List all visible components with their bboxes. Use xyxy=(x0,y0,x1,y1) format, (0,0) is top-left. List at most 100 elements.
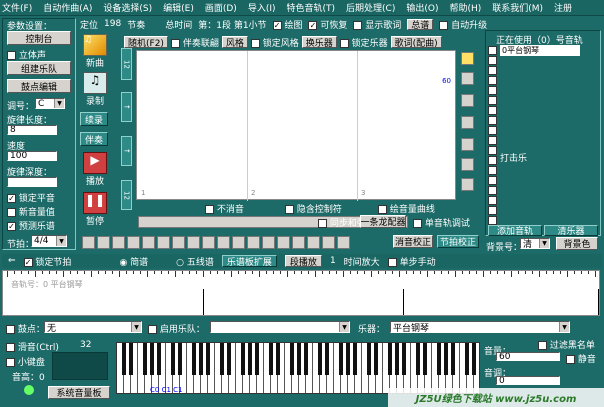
speed-slider[interactable]: 100 xyxy=(7,151,57,161)
volume-slider[interactable]: 60 xyxy=(496,352,560,361)
menu-view[interactable]: 画面(D) xyxy=(205,1,237,14)
box-icon[interactable] xyxy=(461,116,474,129)
volume-curve-checkbox[interactable] xyxy=(378,205,387,214)
simple-notation-radio[interactable]: 简谱 xyxy=(130,258,148,268)
system-volume-button[interactable]: 系统音量板 xyxy=(48,386,110,399)
scroll-mid-handle[interactable]: ↑ xyxy=(121,92,132,122)
lock-beat-checkbox[interactable]: ✓ xyxy=(23,257,33,267)
black-key[interactable] xyxy=(304,343,308,375)
arrow-icon[interactable] xyxy=(172,235,185,249)
track-row[interactable] xyxy=(488,85,598,95)
track-row[interactable] xyxy=(488,75,598,85)
random-button[interactable]: 随机(F2) xyxy=(124,36,168,48)
track-row[interactable] xyxy=(488,95,598,105)
group-band-button[interactable]: 组建乐队 xyxy=(7,61,71,75)
black-key[interactable] xyxy=(339,343,343,375)
pause-button[interactable]: ❚❚ 暂停 xyxy=(80,192,110,228)
track-row[interactable] xyxy=(488,165,598,175)
track-checkbox[interactable] xyxy=(488,215,497,225)
black-key[interactable] xyxy=(388,343,392,375)
black-key[interactable] xyxy=(150,343,154,375)
clear-instrument-button[interactable]: 清乐器 xyxy=(544,225,598,237)
auto-upgrade-checkbox[interactable] xyxy=(439,20,449,30)
hide-control-checkbox[interactable] xyxy=(285,205,294,214)
new-volume-checkbox[interactable] xyxy=(7,208,16,217)
box-icon[interactable] xyxy=(461,94,474,107)
arrow-icon[interactable] xyxy=(187,235,200,249)
black-key[interactable] xyxy=(367,343,371,375)
track-checkbox[interactable] xyxy=(488,75,497,85)
menu-device[interactable]: 设备选择(S) xyxy=(103,1,152,14)
track-checkbox[interactable] xyxy=(488,205,497,215)
note-icon[interactable] xyxy=(232,235,245,249)
black-key[interactable] xyxy=(402,343,406,375)
replace-instrument-button[interactable]: 换乐器 xyxy=(301,36,337,48)
blacklist-checkbox[interactable] xyxy=(538,341,547,350)
key-select[interactable]: C ▼ xyxy=(35,98,65,109)
cut-icon[interactable] xyxy=(127,235,140,249)
split-icon[interactable] xyxy=(461,72,474,85)
track-row[interactable] xyxy=(488,65,598,75)
note-icon[interactable] xyxy=(262,235,275,249)
black-key[interactable] xyxy=(325,343,329,375)
arrow-left-icon[interactable]: ⇐ xyxy=(8,256,16,266)
black-key[interactable] xyxy=(374,343,378,375)
pen-icon[interactable] xyxy=(112,235,125,249)
track-checkbox[interactable] xyxy=(488,155,497,165)
total-score-button[interactable]: 总谱 xyxy=(407,18,434,30)
segment-play-button[interactable]: 段播放 xyxy=(284,255,322,267)
scroll-up-handle[interactable]: 12 xyxy=(121,48,132,80)
black-key[interactable] xyxy=(255,343,259,375)
black-key[interactable] xyxy=(171,343,175,375)
note-icon[interactable] xyxy=(217,235,230,249)
menu-register[interactable]: 注册 xyxy=(554,1,572,14)
track-checkbox[interactable] xyxy=(488,165,497,175)
menu-help[interactable]: 帮助(H) xyxy=(449,1,481,14)
note-icon[interactable] xyxy=(337,235,350,249)
track-row[interactable]: 0平台钢琴 xyxy=(488,44,598,56)
band-select[interactable]: ▼ xyxy=(210,321,350,333)
play-button[interactable]: ▶ 播放 xyxy=(80,152,110,188)
black-key[interactable] xyxy=(297,343,301,375)
fix-mute-button[interactable]: 消音校正 xyxy=(393,235,433,248)
predict-score-checkbox[interactable]: ✓ xyxy=(7,222,16,231)
track-row[interactable] xyxy=(488,55,598,65)
menu-special-track[interactable]: 特色音轨(T) xyxy=(287,1,336,14)
black-key[interactable] xyxy=(143,343,147,375)
pointer-icon[interactable] xyxy=(82,235,95,249)
glide-checkbox[interactable] xyxy=(6,343,15,352)
note-icon[interactable] xyxy=(247,235,260,249)
track-checkbox[interactable] xyxy=(488,45,497,55)
style-button[interactable]: 风格 xyxy=(221,36,248,48)
black-key[interactable] xyxy=(346,343,350,375)
black-key[interactable] xyxy=(465,343,469,375)
track-checkbox[interactable] xyxy=(488,135,497,145)
black-key[interactable] xyxy=(472,343,476,375)
fixed-tone-checkbox[interactable]: ✓ xyxy=(7,194,16,203)
black-key[interactable] xyxy=(129,343,133,375)
beat-select[interactable]: 4/4 ▼ xyxy=(31,235,67,247)
track-row[interactable] xyxy=(488,185,598,195)
recover-checkbox[interactable]: ✓ xyxy=(308,20,318,30)
track-row[interactable] xyxy=(488,175,598,185)
sync-chord-checkbox[interactable] xyxy=(318,219,327,228)
arrow-icon[interactable] xyxy=(202,235,215,249)
new-song-button[interactable]: ♫ 新曲 xyxy=(80,34,110,70)
pen-icon[interactable] xyxy=(97,235,110,249)
track-checkbox[interactable] xyxy=(488,55,497,65)
track-checkbox[interactable] xyxy=(488,185,497,195)
mute-checkbox[interactable] xyxy=(205,205,214,214)
track-checkbox[interactable] xyxy=(488,65,497,75)
staff-notation-radio[interactable]: 五线谱 xyxy=(187,258,214,268)
help-icon[interactable] xyxy=(461,52,474,65)
note-icon[interactable] xyxy=(307,235,320,249)
insert-icon[interactable] xyxy=(461,178,474,191)
drum-edit-button[interactable]: 鼓点编辑 xyxy=(7,79,71,93)
black-key[interactable] xyxy=(220,343,224,375)
black-key[interactable] xyxy=(437,343,441,375)
track-checkbox[interactable] xyxy=(488,95,497,105)
black-key[interactable] xyxy=(178,343,182,375)
keypad-checkbox[interactable] xyxy=(6,358,15,367)
note-icon[interactable] xyxy=(292,235,305,249)
mute2-checkbox[interactable] xyxy=(566,355,575,364)
